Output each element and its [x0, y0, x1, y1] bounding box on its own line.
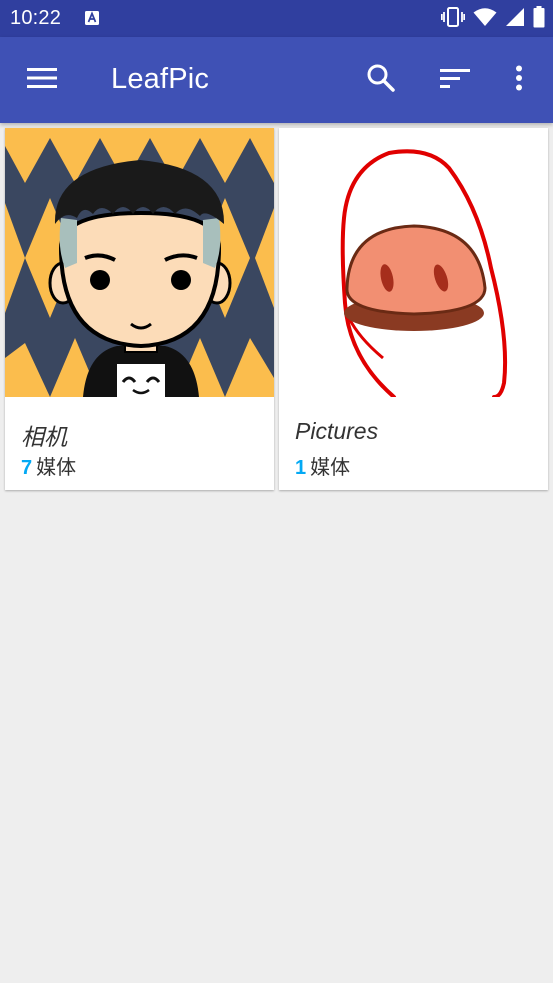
a-notification-icon: [84, 10, 100, 26]
more-options-button[interactable]: [491, 52, 547, 108]
album-card-camera[interactable]: 相机 7 媒体: [5, 128, 274, 490]
sort-icon: [440, 67, 470, 94]
battery-icon: [533, 5, 545, 33]
more-vert-icon: [515, 65, 523, 96]
menu-button[interactable]: [14, 52, 70, 108]
app-title: LeafPic: [111, 63, 210, 95]
album-name: 相机: [21, 424, 67, 450]
album-media-count: 7 媒体: [21, 451, 76, 480]
search-button[interactable]: [353, 52, 409, 108]
search-icon: [366, 63, 396, 98]
album-name: Pictures: [295, 418, 379, 444]
media-label: 媒体: [310, 457, 351, 479]
cartoon-avatar-image: [5, 128, 274, 397]
pig-nose-drawing-image: [279, 128, 548, 397]
media-count-number: 7: [21, 457, 33, 479]
sort-button[interactable]: [427, 52, 483, 108]
status-icons: [440, 5, 545, 33]
album-card-pictures[interactable]: Pictures 1 媒体: [279, 128, 548, 490]
vibrate-icon: [440, 6, 466, 33]
media-count-number: 1: [295, 457, 307, 479]
wifi-icon: [473, 7, 497, 32]
status-time: 10:22: [10, 7, 62, 29]
menu-icon: [27, 67, 57, 94]
app-toolbar: LeafPic: [0, 37, 553, 123]
signal-icon: [505, 7, 525, 32]
album-media-count: 1 媒体: [295, 451, 350, 480]
media-label: 媒体: [36, 457, 77, 479]
status-bar: 10:22: [0, 0, 553, 37]
